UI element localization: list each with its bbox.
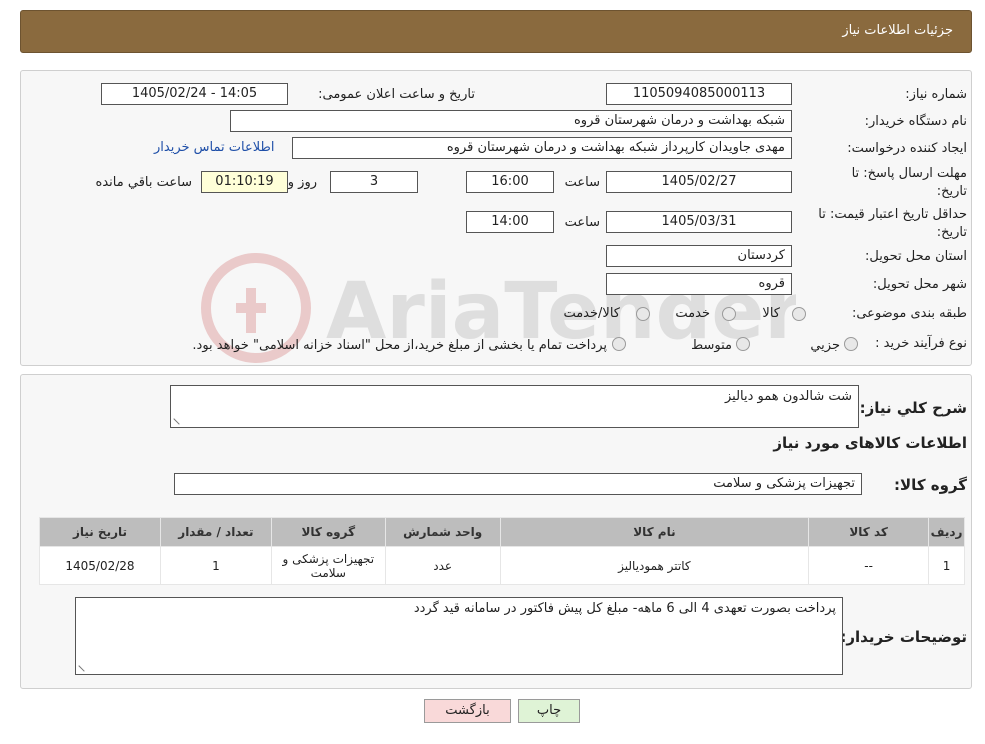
validity-label-date: تاریخ:: [936, 225, 967, 240]
deadline-time-field: 16:00: [466, 171, 554, 193]
category-label: طبقه بندی موضوعی:: [851, 306, 967, 321]
cell-unit: عدد: [384, 546, 501, 585]
buyer-org-label: نام دستگاه خریدار:: [864, 114, 967, 129]
process-note: پرداخت تمام یا بخشی از مبلغ خرید،از محل …: [192, 338, 607, 353]
table-header-row: ردیف کد کالا نام کالا واحد شمارش گروه کا…: [39, 517, 965, 547]
category-goods-radio[interactable]: [792, 307, 806, 321]
announce-label: تاریخ و ساعت اعلان عمومی:: [318, 87, 475, 102]
process-medium-label: متوسط: [691, 338, 732, 353]
category-goods-service-radio[interactable]: [636, 307, 650, 321]
table-row: 1 -- کاتتر همودیالیز عدد تجهیزات پزشکی و…: [39, 546, 965, 585]
city-field: قروه: [606, 273, 792, 295]
days-label: روز و: [287, 175, 317, 190]
page-header: جزئیات اطلاعات نیاز: [20, 10, 972, 53]
cell-row: 1: [928, 546, 965, 585]
goods-group-field: تجهیزات پزشکی و سلامت: [174, 473, 862, 495]
need-description-text: شت شالدون همو دیالیز: [724, 389, 852, 404]
process-medium-radio[interactable]: [736, 337, 750, 351]
buyer-notes-field: پرداخت بصورت تعهدی 4 الی 6 ماهه- مبلغ کل…: [75, 597, 843, 675]
contact-buyer-link[interactable]: اطلاعات تماس خریدار: [154, 140, 274, 155]
city-label: شهر محل تحویل:: [872, 277, 967, 292]
remaining-time-field: 01:10:19: [201, 171, 288, 193]
cell-qty: 1: [159, 546, 272, 585]
cell-code: --: [808, 546, 930, 585]
process-minor-radio[interactable]: [844, 337, 858, 351]
validity-time-field: 14:00: [466, 211, 554, 233]
process-minor-label: جزیي: [810, 338, 840, 353]
deadline-time-label: ساعت: [564, 175, 600, 190]
col-group-header: گروه کالا: [270, 517, 386, 547]
province-field: کردستان: [606, 245, 792, 267]
cell-group: تجهیزات پزشکی و سلامت: [270, 546, 386, 585]
col-date-header: تاریخ نیاز: [39, 517, 161, 547]
need-number-field: 1105094085000113: [606, 83, 792, 105]
days-remaining-field: 3: [330, 171, 418, 193]
deadline-date-field: 1405/02/27: [606, 171, 792, 193]
print-button[interactable]: چاپ: [518, 699, 580, 723]
goods-group-label: گروه کالا:: [894, 476, 967, 494]
goods-info-title: اطلاعات کالاهای مورد نیاز: [773, 434, 967, 452]
creator-label: ایجاد کننده درخواست:: [847, 141, 967, 156]
category-goods-label: کالا: [762, 306, 780, 321]
category-goods-service-label: کالا/خدمت: [563, 306, 620, 321]
col-row-header: ردیف: [928, 517, 965, 547]
need-description-label: شرح کلي نیاز:: [859, 399, 967, 417]
creator-field: مهدی جاویدان کارپرداز شبکه بهداشت و درما…: [292, 137, 792, 159]
process-label: نوع فرآیند خرید :: [875, 336, 967, 351]
cell-date: 1405/02/28: [39, 546, 161, 585]
resize-grip-icon[interactable]: [78, 660, 90, 672]
resize-grip-icon[interactable]: [173, 413, 185, 425]
remaining-label: ساعت باقي مانده: [95, 175, 192, 190]
province-label: استان محل تحویل:: [865, 249, 967, 264]
validity-date-field: 1405/03/31: [606, 211, 792, 233]
validity-label: حداقل تاریخ اعتبار قیمت: تا: [818, 207, 967, 222]
category-service-radio[interactable]: [722, 307, 736, 321]
validity-time-label: ساعت: [564, 215, 600, 230]
col-code-header: کد کالا: [808, 517, 930, 547]
need-description-field: شت شالدون همو دیالیز: [170, 385, 859, 428]
page-title: جزئیات اطلاعات نیاز: [842, 23, 953, 38]
back-button[interactable]: بازگشت: [424, 699, 511, 723]
col-unit-header: واحد شمارش: [384, 517, 501, 547]
buyer-notes-label: توضیحات خریدار:: [840, 628, 967, 646]
deadline-label: مهلت ارسال پاسخ: تا: [851, 166, 967, 181]
col-qty-header: تعداد / مقدار: [159, 517, 272, 547]
process-treasury-radio[interactable]: [612, 337, 626, 351]
announce-field: 1405/02/24 - 14:05: [101, 83, 288, 105]
cell-name: کاتتر همودیالیز: [499, 546, 810, 585]
deadline-label-date: تاریخ:: [936, 184, 967, 199]
goods-table-wrap: ردیف کد کالا نام کالا واحد شمارش گروه کا…: [39, 517, 965, 585]
buyer-org-field: شبکه بهداشت و درمان شهرستان قروه: [230, 110, 792, 132]
need-number-label: شماره نیاز:: [905, 87, 967, 102]
category-service-label: خدمت: [675, 306, 710, 321]
buyer-notes-text: پرداخت بصورت تعهدی 4 الی 6 ماهه- مبلغ کل…: [413, 601, 836, 616]
goods-table: ردیف کد کالا نام کالا واحد شمارش گروه کا…: [39, 517, 965, 585]
col-name-header: نام کالا: [499, 517, 810, 547]
